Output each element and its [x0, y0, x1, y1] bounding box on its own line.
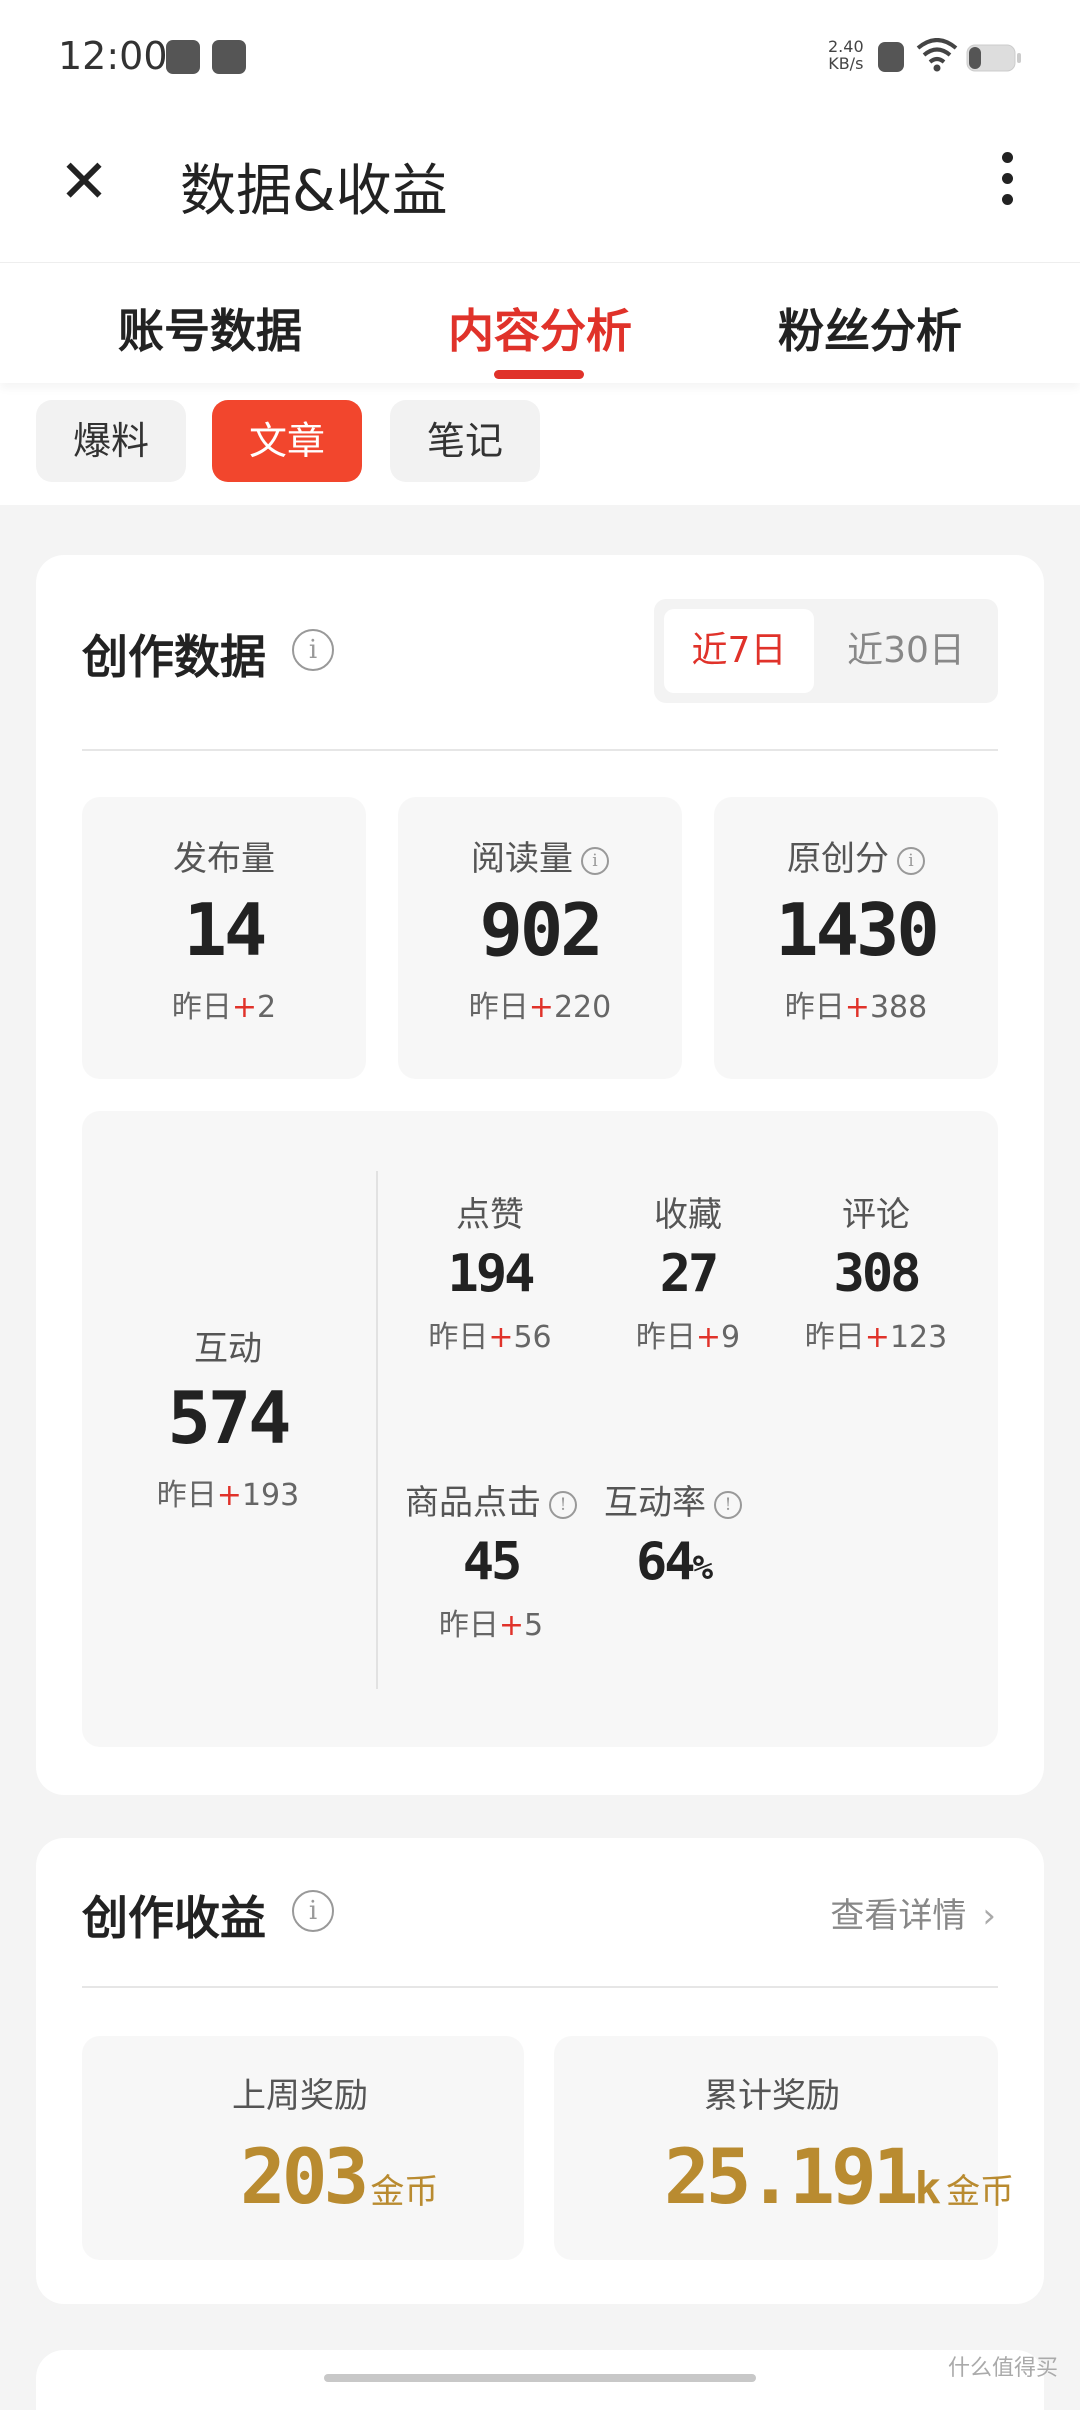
divider [82, 749, 998, 751]
reward-amount: 25.191k 金币 [664, 2132, 1014, 2221]
stat-label: 互动率! [598, 1475, 748, 1524]
creation-data-card: 创作数据 i 近7日 近30日 发布量 14 昨日+2 阅读量 i 902 昨日+… [36, 555, 1044, 1795]
stat-original-score: 原创分 i 1430 昨日+388 [714, 797, 998, 1079]
stat-label: 阅读量 i [398, 831, 682, 880]
info-icon[interactable]: i [292, 1890, 334, 1932]
stat-delta: 昨日+193 [156, 1478, 300, 1513]
stat-read-count: 阅读量 i 902 昨日+220 [398, 797, 682, 1079]
stat-delta: 昨日+5 [438, 1608, 544, 1643]
stat-value: 194 [447, 1244, 536, 1304]
network-speed: 2.40 KB/s [828, 38, 864, 72]
range-30-days[interactable]: 近30日 [824, 609, 988, 693]
battery-icon [966, 44, 1021, 72]
stat-value: 1430 [775, 888, 939, 972]
interaction-total: 互动 574 昨日+193 [138, 1321, 318, 1514]
close-icon[interactable]: ✕ [52, 150, 116, 214]
reward-value: 25.191 [664, 2132, 919, 2221]
stat-value: 308 [833, 1244, 922, 1304]
interaction-comments: 评论 308 昨日+123 [786, 1187, 966, 1356]
stat-label: 发布量 [173, 839, 275, 879]
stat-publish-count: 发布量 14 昨日+2 [82, 797, 366, 1079]
stat-delta: 昨日+9 [635, 1320, 741, 1355]
app-bar: ✕ 数据&收益 [0, 120, 1080, 260]
interaction-product-clicks: 商品点击! 45 昨日+5 [386, 1475, 596, 1644]
creation-data-title: 创作数据 [82, 630, 266, 684]
stat-value: 27 [659, 1244, 720, 1304]
header-area: 12:00 2.40 KB/s ✕ 数据&收益 账号数据 内容分析 粉丝分析 爆… [0, 0, 1080, 505]
notification-icon [166, 40, 200, 74]
tab-bar: 账号数据 内容分析 粉丝分析 [0, 262, 1080, 383]
sim-icon [878, 42, 904, 72]
reward-total: 累计奖励 25.191k 金币 [554, 2036, 1014, 2260]
interaction-favorites: 收藏 27 昨日+9 [598, 1187, 778, 1356]
info-icon[interactable]: i [897, 846, 925, 875]
stat-delta: 昨日+123 [804, 1320, 948, 1355]
stat-delta: 昨日+56 [428, 1320, 552, 1355]
speed-unit: KB/s [828, 54, 864, 73]
wifi-icon [916, 38, 958, 72]
interaction-rate: 互动率! 64% [598, 1475, 748, 1600]
stat-delta: 昨日+220 [468, 990, 612, 1025]
view-details-link[interactable]: 查看详情 › [830, 1888, 996, 1937]
stat-label: 原创分 i [714, 831, 998, 880]
stat-value: 14 [183, 888, 268, 972]
reward-last-week: 上周奖励 203 金币 [82, 2036, 524, 2260]
range-selector: 近7日 近30日 [654, 599, 998, 703]
reward-label: 上周奖励 [232, 2076, 368, 2116]
info-icon[interactable]: ! [549, 1490, 577, 1519]
stat-label: 商品点击! [386, 1475, 596, 1524]
info-icon[interactable]: i [581, 846, 609, 875]
reward-label: 累计奖励 [704, 2076, 840, 2116]
vertical-divider [376, 1171, 378, 1689]
range-7-days[interactable]: 近7日 [664, 609, 814, 693]
divider [82, 1986, 998, 1988]
interaction-panel: 互动 574 昨日+193 点赞 194 昨日+56 收藏 27 昨日+9 评论… [82, 1111, 998, 1747]
info-icon[interactable]: i [292, 629, 334, 671]
reward-amount: 203 金币 [240, 2132, 438, 2221]
more-menu-icon[interactable] [990, 152, 1024, 212]
stat-value: 64% [635, 1532, 713, 1592]
earnings-title: 创作收益 [82, 1891, 266, 1945]
stat-label: 收藏 [654, 1195, 722, 1235]
speed-value: 2.40 [828, 37, 864, 56]
reward-unit: 金币 [370, 2172, 439, 2212]
stat-value: 574 [167, 1376, 291, 1460]
stat-delta: 昨日+2 [171, 990, 277, 1025]
stat-label: 评论 [842, 1195, 910, 1235]
reward-value: 203 [240, 2132, 369, 2221]
chip-article[interactable]: 文章 [212, 400, 362, 482]
bag-icon [212, 40, 246, 74]
earnings-card: 创作收益 i 查看详情 › 上周奖励 203 金币 累计奖励 25.191k 金币 [36, 1838, 1044, 2304]
status-bar: 12:00 2.40 KB/s [0, 0, 1080, 120]
tab-account-data[interactable]: 账号数据 [70, 295, 350, 361]
tab-content-analysis[interactable]: 内容分析 [400, 295, 680, 361]
home-indicator[interactable] [324, 2374, 756, 2382]
tab-fans-analysis[interactable]: 粉丝分析 [730, 295, 1010, 361]
status-time: 12:00 [58, 34, 168, 78]
info-icon[interactable]: ! [714, 1490, 742, 1519]
chip-note[interactable]: 笔记 [390, 400, 540, 482]
reward-suffix: k [914, 2163, 942, 2214]
chip-baoliao[interactable]: 爆料 [36, 400, 186, 482]
reward-unit: 金币 [946, 2172, 1015, 2212]
stat-value: 45 [462, 1532, 523, 1592]
stat-value: 902 [479, 888, 603, 972]
stat-delta: 昨日+388 [784, 990, 928, 1025]
stat-label: 点赞 [456, 1195, 524, 1235]
interaction-likes: 点赞 194 昨日+56 [400, 1187, 580, 1356]
watermark: 什么值得买 [948, 2356, 1059, 2381]
page-title: 数据&收益 [180, 159, 448, 224]
stat-label: 互动 [194, 1329, 262, 1369]
active-tab-indicator [494, 370, 584, 379]
